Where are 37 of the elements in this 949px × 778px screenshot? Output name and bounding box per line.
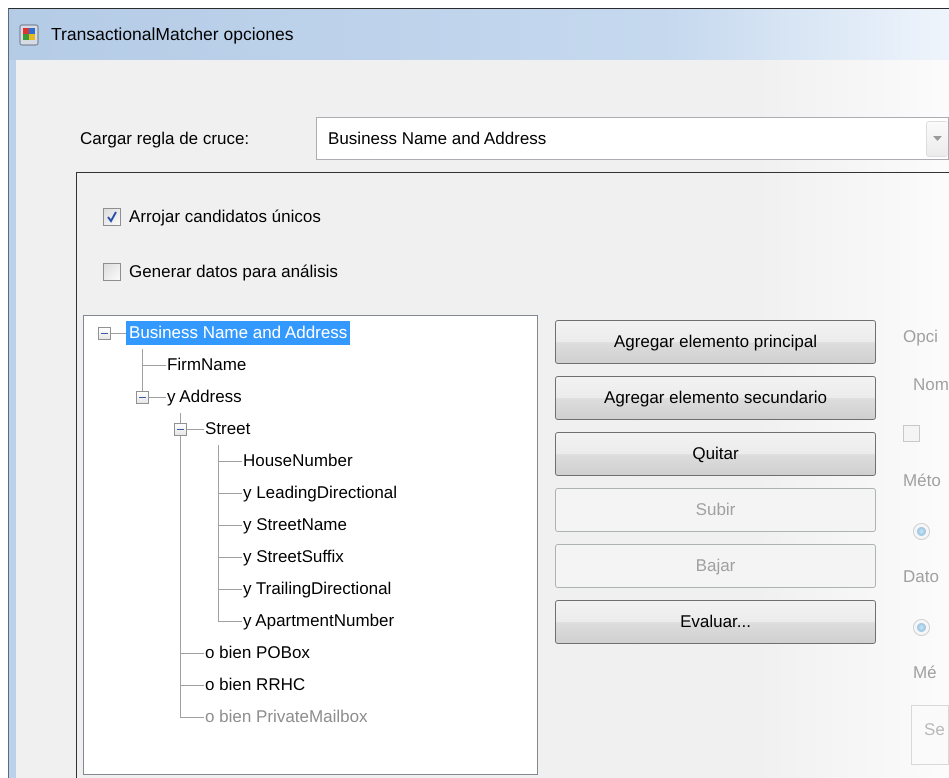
dropdown-button[interactable] — [926, 120, 948, 156]
checkbox[interactable] — [903, 425, 920, 442]
tree-item[interactable]: FirmName — [164, 353, 250, 377]
window-title: TransactionalMatcher opciones — [51, 24, 294, 45]
tree-item[interactable]: o bien RRHC — [202, 673, 308, 697]
option-label: Méto — [903, 470, 942, 492]
collapse-toggle[interactable] — [136, 390, 149, 404]
action-button[interactable]: Evaluar... — [555, 600, 876, 644]
option-label: Opci — [903, 326, 939, 348]
checkbox-label: Generar datos para análisis — [129, 262, 338, 282]
checkbox-label: Arrojar candidatos únicos — [129, 207, 321, 227]
tree-item[interactable]: y StreetName — [240, 513, 350, 537]
tree-item[interactable]: o bien POBox — [202, 641, 313, 665]
rule-label: Cargar regla de cruce: — [80, 128, 250, 148]
checkbox[interactable] — [103, 208, 121, 226]
tree-item[interactable]: y ApartmentNumber — [240, 609, 398, 633]
tree-item[interactable]: y TrailingDirectional — [240, 577, 394, 601]
checkbox[interactable] — [103, 263, 121, 281]
tree-item[interactable]: HouseNumber — [240, 449, 356, 473]
tree-item[interactable]: y LeadingDirectional — [240, 481, 400, 505]
option-label: Dato — [903, 566, 940, 588]
caret-icon — [933, 136, 942, 141]
action-button[interactable]: Agregar elemento principal — [555, 320, 876, 364]
option-label: Mé — [913, 662, 938, 684]
rule-value: Business Name and Address — [328, 128, 548, 148]
rule-dropdown[interactable]: Business Name and Address — [316, 117, 949, 160]
radio-button[interactable] — [913, 523, 930, 540]
app-icon — [19, 24, 39, 46]
collapse-toggle[interactable] — [174, 422, 187, 436]
action-button[interactable]: Quitar — [555, 432, 876, 476]
action-button[interactable]: Agregar elemento secundario — [555, 376, 876, 420]
tree-item[interactable]: y StreetSuffix — [240, 545, 347, 569]
tree-item[interactable]: y Address — [164, 385, 245, 409]
radio-button[interactable] — [913, 619, 930, 636]
collapse-toggle[interactable] — [98, 326, 111, 340]
option-label: Nom — [913, 374, 949, 396]
tree-item[interactable]: Street — [202, 417, 254, 441]
